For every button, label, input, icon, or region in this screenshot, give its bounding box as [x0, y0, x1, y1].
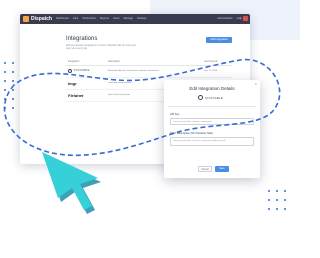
- api-key-value: Lorem ipsum dolor sit amet, consectetur: [173, 121, 212, 123]
- account-menu[interactable]: Administrator: [217, 17, 232, 21]
- dot: [12, 107, 14, 109]
- short-description-field[interactable]: Lorem ipsum dolor sit amet, consectetur …: [170, 137, 254, 146]
- table-row[interactable]: STICKABLE Automatically track and review…: [66, 66, 232, 78]
- stickable-logo-icon: [198, 95, 203, 100]
- add-integration-button[interactable]: Add Integration: [206, 37, 232, 43]
- dot: [4, 89, 6, 91]
- save-button-label: Save: [219, 167, 225, 170]
- dispatch-logo[interactable]: Dispatch: [23, 16, 52, 22]
- divider: [168, 106, 256, 107]
- nav-item-dashboard[interactable]: Dashboard: [56, 17, 69, 21]
- integration-name: STICKABLE: [73, 69, 90, 72]
- main-nav: Dashboard Jobs Technicians Reports Users…: [56, 17, 146, 21]
- dispatch-logo-icon: [23, 16, 29, 22]
- nav-item-reports[interactable]: Reports: [100, 17, 109, 21]
- api-key-field[interactable]: Lorem ipsum dolor sit amet, consectetur: [170, 118, 254, 125]
- table-header: Integration Description Last Synced: [66, 59, 232, 66]
- top-navigation-bar: Dispatch Dashboard Jobs Technicians Repo…: [20, 14, 250, 24]
- nav-item-technicians[interactable]: Technicians: [82, 17, 96, 21]
- app-name: Dispatch: [31, 16, 53, 22]
- dot: [4, 71, 6, 73]
- help-link[interactable]: Help: [237, 17, 242, 21]
- api-key-label: API Key: [170, 113, 180, 116]
- page-title: Integrations: [66, 36, 98, 42]
- column-header[interactable]: Description: [108, 60, 120, 63]
- edit-integration-modal: × Edit Integration Details STICKABLE API…: [164, 80, 260, 178]
- modal-brand-name: STICKABLE: [205, 95, 224, 100]
- integration-name: Imgr: [68, 81, 77, 86]
- integration-description: Automatically track and review customer …: [108, 70, 160, 72]
- add-integration-label: Add Integration: [210, 38, 228, 41]
- dot: [284, 208, 286, 210]
- dot: [268, 199, 270, 201]
- dot: [4, 80, 6, 82]
- nav-item-users[interactable]: Users: [113, 17, 120, 21]
- nav-item-manage[interactable]: Manage: [124, 17, 133, 21]
- cancel-button-label: Cancel: [201, 168, 209, 171]
- dot: [284, 190, 286, 192]
- integration-description: Generate image reports.: [108, 82, 132, 84]
- modal-title: Edit Integration Details: [189, 86, 235, 91]
- short-description-label: Short Description (50 Character Max): [170, 132, 213, 135]
- integration-last-synced: Sep 12, 2019: [204, 70, 218, 72]
- dot: [12, 71, 14, 73]
- dot: [4, 107, 6, 109]
- column-header[interactable]: Integration: [68, 60, 79, 63]
- stickable-logo: STICKABLE: [68, 68, 90, 73]
- column-header[interactable]: Last Synced: [204, 60, 217, 63]
- dot: [284, 199, 286, 201]
- dot: [276, 208, 278, 210]
- notification-badge[interactable]: [243, 16, 248, 21]
- page-description: Add and manage integrations to connect D…: [66, 45, 136, 50]
- dot: [276, 190, 278, 192]
- nav-item-jobs[interactable]: Jobs: [73, 17, 78, 21]
- dot: [4, 98, 6, 100]
- stickable-logo: STICKABLE: [198, 95, 223, 100]
- dot: [268, 208, 270, 210]
- account-nav: Administrator Help: [217, 17, 242, 21]
- short-description-value: Lorem ipsum dolor sit amet, consectetur …: [173, 140, 226, 142]
- nav-item-settings[interactable]: Settings: [137, 17, 146, 21]
- stickable-logo-icon: [68, 68, 72, 73]
- cancel-button[interactable]: Cancel: [198, 166, 212, 172]
- dot: [12, 89, 14, 91]
- dot: [12, 98, 14, 100]
- integration-description: Sync field activity data.: [108, 94, 131, 96]
- dot: [4, 62, 6, 64]
- dot: [12, 80, 14, 82]
- dot: [12, 62, 14, 64]
- integration-name: Fieldnet: [68, 93, 84, 98]
- save-button[interactable]: Save: [215, 166, 229, 172]
- dot: [268, 190, 270, 192]
- dot: [276, 199, 278, 201]
